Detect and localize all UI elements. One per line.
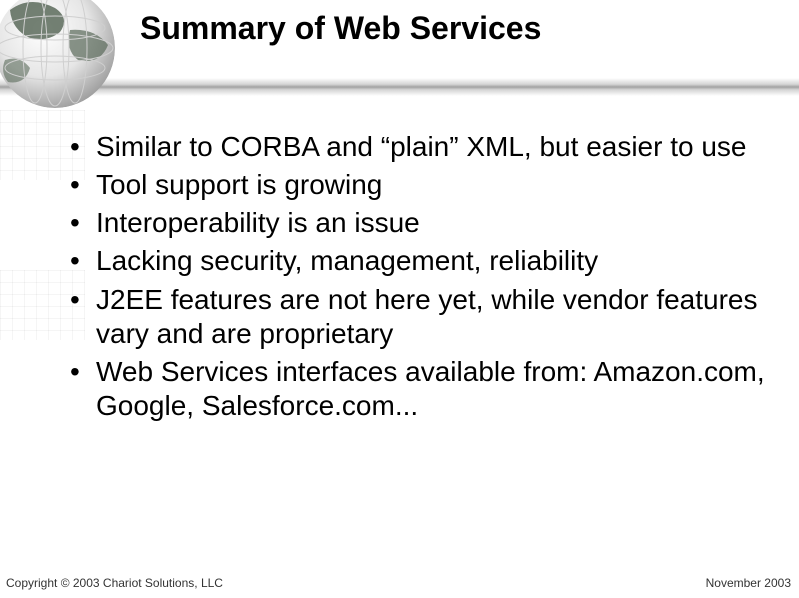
footer-copyright: Copyright © 2003 Chariot Solutions, LLC — [6, 576, 223, 590]
footer-date: November 2003 — [706, 576, 791, 590]
list-item: J2EE features are not here yet, while ve… — [70, 283, 770, 351]
list-item: Web Services interfaces available from: … — [70, 355, 770, 423]
list-item: Lacking security, management, reliabilit… — [70, 244, 770, 278]
slide-title: Summary of Web Services — [140, 10, 780, 47]
title-divider — [0, 78, 799, 96]
globe-icon — [0, 0, 118, 110]
list-item: Similar to CORBA and “plain” XML, but ea… — [70, 130, 770, 164]
list-item: Interoperability is an issue — [70, 206, 770, 240]
bullet-list: Similar to CORBA and “plain” XML, but ea… — [70, 130, 770, 427]
list-item: Tool support is growing — [70, 168, 770, 202]
